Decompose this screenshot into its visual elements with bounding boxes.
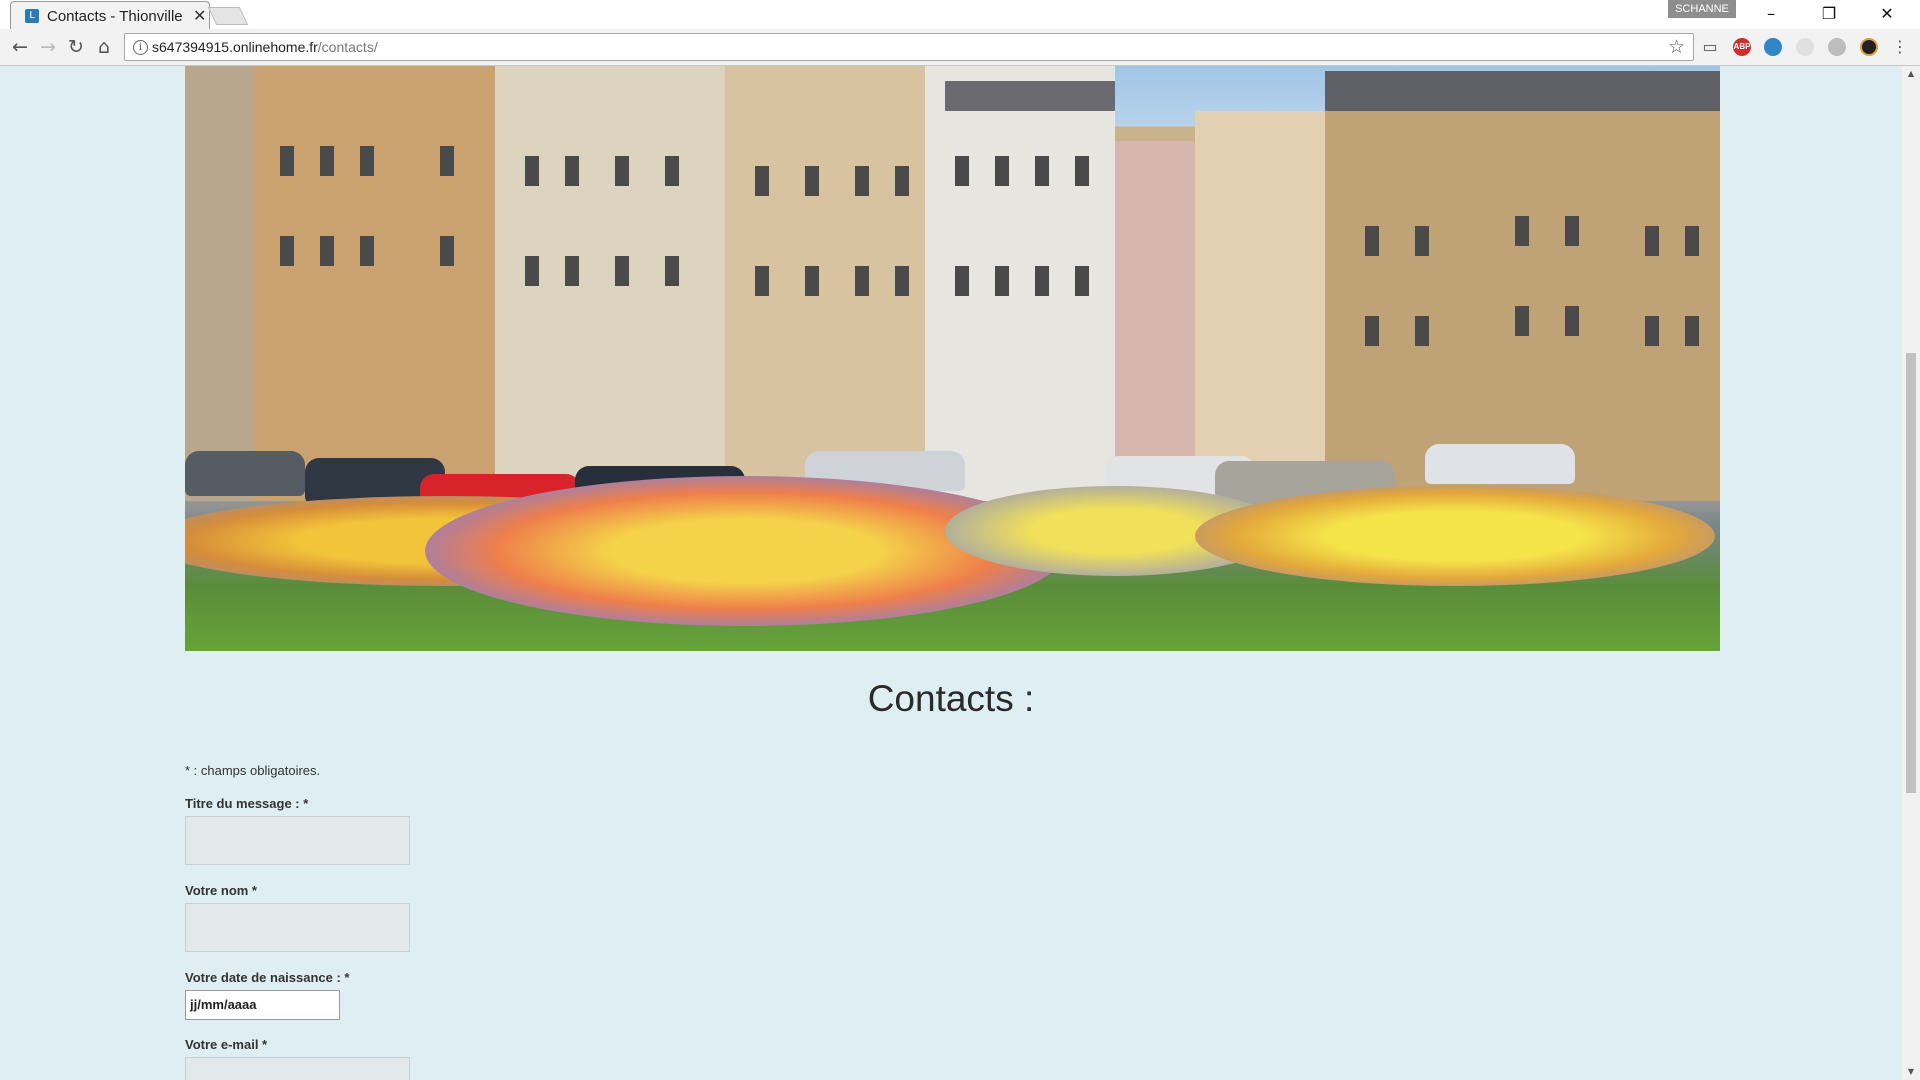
extension-icon[interactable] — [1796, 38, 1814, 56]
profile-badge[interactable]: SCHANNE — [1668, 0, 1736, 18]
page-viewport: Contacts : * : champs obligatoires. Titr… — [0, 66, 1902, 1080]
address-bar[interactable]: i s647394915.onlinehome.fr/contacts/ ☆ — [124, 33, 1694, 61]
scroll-down-icon[interactable]: ▼ — [1902, 1064, 1920, 1080]
extension-icon[interactable] — [1828, 38, 1846, 56]
star-icon[interactable]: ☆ — [1668, 36, 1685, 58]
back-icon[interactable]: ← — [8, 35, 32, 59]
message-title-input[interactable] — [185, 816, 410, 865]
forward-icon[interactable]: → — [36, 35, 60, 59]
scroll-up-icon[interactable]: ▲ — [1902, 66, 1920, 82]
required-note: * : champs obligatoires. — [185, 763, 321, 778]
name-input[interactable] — [185, 903, 410, 952]
tab-title: Contacts - Thionville — [47, 8, 183, 25]
new-tab-button[interactable] — [207, 7, 249, 25]
browser-tab[interactable]: L Contacts - Thionville ✕ — [10, 1, 210, 29]
cast-icon[interactable]: ▭ — [1698, 35, 1722, 59]
browser-toolbar: ← → ↻ ⌂ i s647394915.onlinehome.fr/conta… — [0, 29, 1920, 66]
title-label: Titre du message : * — [185, 796, 309, 811]
extension-icon[interactable] — [1860, 38, 1878, 56]
close-window-icon[interactable]: ✕ — [1858, 0, 1916, 28]
favicon-icon: L — [25, 9, 39, 23]
header-photo — [185, 66, 1720, 651]
email-input[interactable] — [185, 1057, 410, 1080]
email-label: Votre e-mail * — [185, 1037, 268, 1052]
info-icon[interactable]: i — [133, 40, 148, 55]
birthdate-input[interactable]: jj/mm/aaaa — [185, 990, 340, 1020]
adblock-icon[interactable]: ABP — [1733, 38, 1751, 56]
tab-close-icon[interactable]: ✕ — [193, 6, 206, 25]
extension-icon[interactable] — [1764, 38, 1782, 56]
scroll-thumb[interactable] — [1906, 353, 1916, 793]
tab-strip: L Contacts - Thionville ✕ SCHANNE – ❐ ✕ — [0, 0, 1920, 29]
page-title: Contacts : — [867, 678, 1035, 719]
restore-icon[interactable]: ❐ — [1800, 0, 1858, 28]
reload-icon[interactable]: ↻ — [64, 35, 88, 59]
minimize-icon[interactable]: – — [1742, 0, 1800, 28]
menu-icon[interactable]: ⋮ — [1888, 35, 1912, 59]
birthdate-label: Votre date de naissance : * — [185, 970, 350, 985]
url-text[interactable]: s647394915.onlinehome.fr/contacts/ — [152, 39, 378, 55]
name-label: Votre nom * — [185, 883, 257, 898]
home-icon[interactable]: ⌂ — [92, 35, 116, 59]
page-scrollbar[interactable]: ▲ ▼ — [1902, 66, 1920, 1080]
